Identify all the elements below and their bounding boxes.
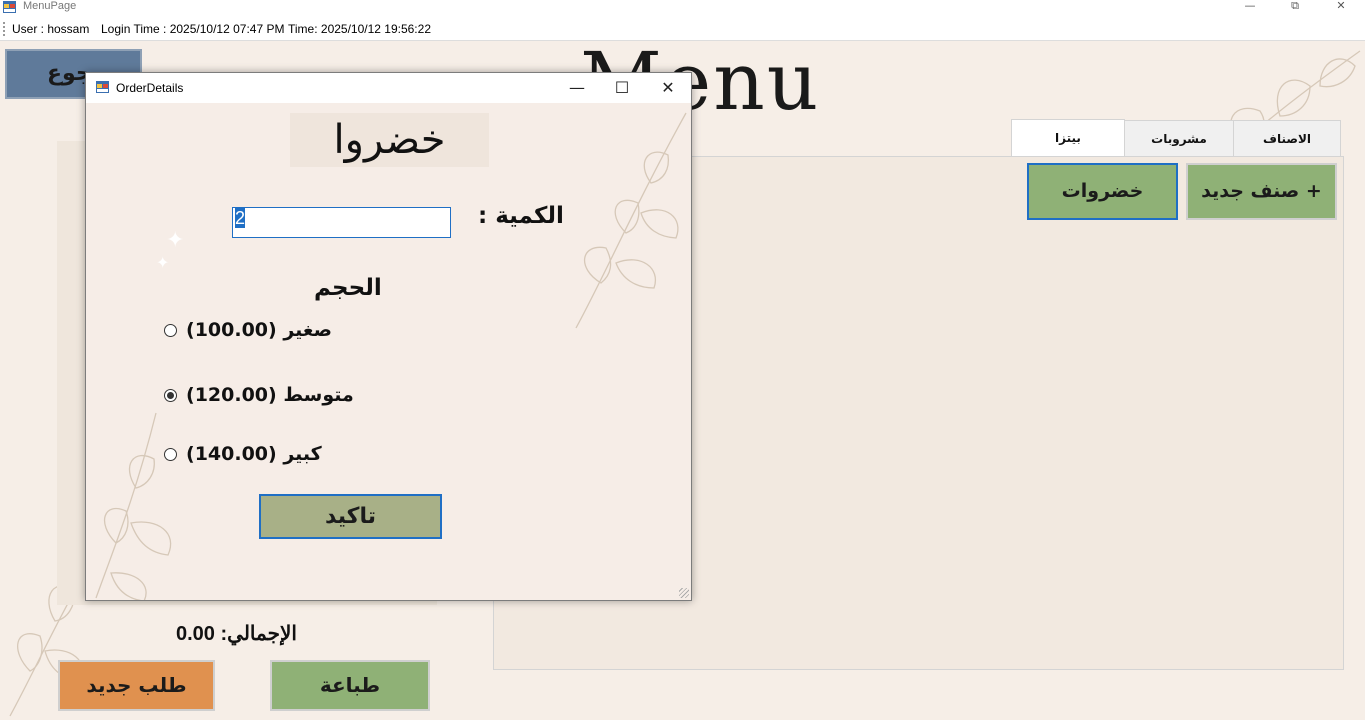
- quantity-value: 2: [235, 208, 246, 228]
- strip-grip: [3, 22, 5, 36]
- sparkle-icon: ✦: [156, 253, 170, 272]
- status-time: Time: 2025/10/12 19:56:22: [288, 22, 431, 36]
- close-button[interactable]: ✕: [1318, 0, 1364, 16]
- dialog-minimize-button[interactable]: —: [554, 73, 600, 103]
- app-icon: [3, 1, 16, 13]
- total-label: الإجمالي: 0.00: [176, 623, 297, 645]
- print-button[interactable]: طباعة: [270, 660, 430, 711]
- quantity-label: الكمية :: [478, 203, 564, 229]
- dialog-title: OrderDetails: [116, 81, 184, 95]
- size-label: الحجم: [314, 275, 382, 301]
- size-option-small-label: صغير (100.00): [186, 319, 332, 341]
- dialog-titlebar: OrderDetails — ☐ ✕: [86, 73, 691, 103]
- radio-medium[interactable]: [164, 389, 177, 402]
- radio-small[interactable]: [164, 324, 177, 337]
- minimize-button[interactable]: —: [1227, 0, 1273, 16]
- tab-categories[interactable]: الاصناف: [1233, 120, 1341, 157]
- category-vegetables-button[interactable]: خضروات: [1027, 163, 1178, 220]
- sparkle-icon: ✦: [166, 228, 185, 253]
- size-option-medium-label: متوسط (120.00): [186, 384, 354, 406]
- category-tabs: بيتزا مشروبات الاصناف: [1011, 119, 1341, 158]
- new-category-button[interactable]: صنف جديد +: [1186, 163, 1337, 220]
- dialog-leaf-decoration-right: [575, 112, 687, 329]
- dialog-app-icon: [96, 81, 109, 93]
- status-user: User : hossam: [12, 22, 90, 36]
- dialog-maximize-button[interactable]: ☐: [599, 73, 645, 103]
- confirm-button[interactable]: تاكيد: [259, 494, 442, 539]
- tab-pizza[interactable]: بيتزا: [1011, 119, 1125, 157]
- size-option-large-label: كبير (140.00): [186, 443, 322, 465]
- new-order-button[interactable]: طلب جديد: [58, 660, 215, 711]
- window-title: MenuPage: [23, 0, 77, 12]
- resize-grip[interactable]: [679, 588, 689, 598]
- quantity-input[interactable]: 2: [232, 207, 451, 238]
- order-details-dialog: OrderDetails — ☐ ✕ ✦ ✦ خضروا الكمية : 2 …: [85, 72, 692, 601]
- item-name-label: خضروا: [290, 113, 489, 167]
- radio-large[interactable]: [164, 448, 177, 461]
- status-login-time: Login Time : 2025/10/12 07:47 PM: [101, 22, 285, 36]
- main-titlebar: MenuPage — ⧉ ✕: [0, 0, 1365, 16]
- maximize-button[interactable]: ⧉: [1272, 0, 1318, 16]
- status-strip: User : hossam Login Time : 2025/10/12 07…: [0, 16, 1365, 41]
- tab-drinks[interactable]: مشروبات: [1124, 120, 1234, 157]
- dialog-leaf-decoration-left: [95, 412, 172, 600]
- dialog-close-button[interactable]: ✕: [645, 73, 691, 103]
